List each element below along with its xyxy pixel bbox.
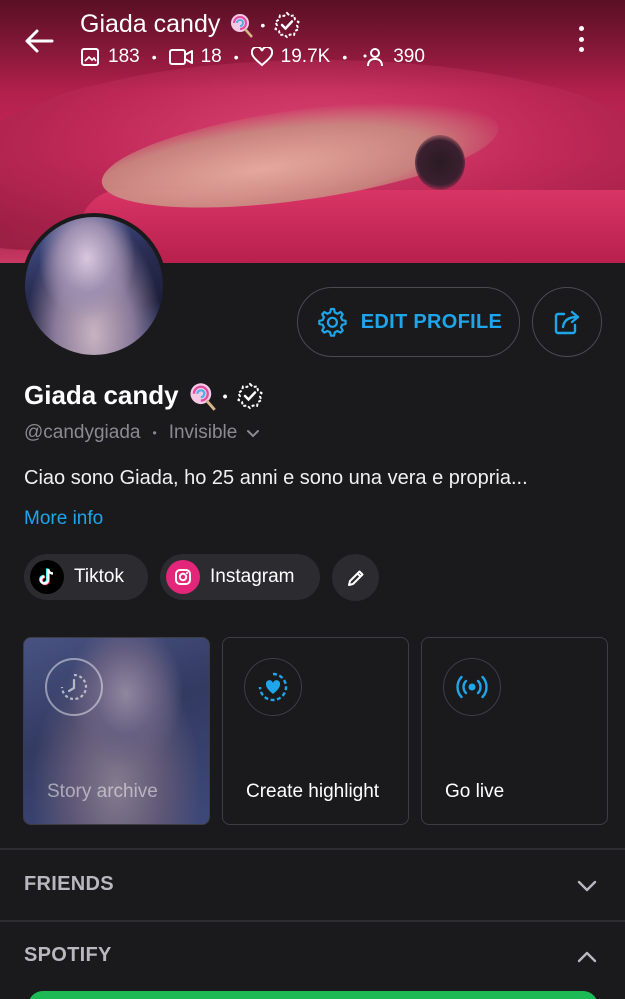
tiktok-icon bbox=[30, 560, 64, 594]
video-icon bbox=[168, 49, 193, 65]
friends-section-title[interactable]: FRIENDS bbox=[24, 873, 114, 896]
create-highlight-label: Create highlight bbox=[246, 781, 380, 802]
instagram-link-chip[interactable]: Instagram bbox=[160, 554, 320, 600]
lollipop-icon bbox=[231, 13, 254, 38]
spotify-section-title[interactable]: SPOTIFY bbox=[24, 944, 112, 967]
verified-badge-icon bbox=[274, 11, 301, 38]
create-highlight-card[interactable]: Create highlight bbox=[222, 637, 409, 825]
gear-icon bbox=[317, 307, 347, 337]
broadcast-icon bbox=[443, 658, 501, 716]
header-title-text: Giada candy bbox=[80, 10, 221, 38]
go-live-card[interactable]: Go live bbox=[421, 637, 608, 825]
more-info-link[interactable]: More info bbox=[24, 508, 103, 530]
story-archive-card[interactable]: Story archive bbox=[23, 637, 210, 825]
profile-handle: @candygiada bbox=[24, 422, 141, 443]
handle-row: @candygiada • Invisible bbox=[24, 422, 261, 444]
story-archive-label: Story archive bbox=[47, 781, 158, 802]
image-icon bbox=[81, 48, 99, 66]
lollipop-icon bbox=[190, 382, 216, 411]
fans-icon bbox=[363, 48, 384, 67]
header-title: Giada candy • bbox=[80, 10, 301, 39]
back-arrow-icon[interactable] bbox=[22, 24, 56, 58]
edit-profile-button[interactable]: EDIT PROFILE bbox=[297, 287, 520, 357]
photos-stat: 183 bbox=[80, 46, 140, 68]
likes-stat: 19.7K bbox=[250, 46, 330, 68]
heart-icon bbox=[250, 47, 273, 67]
edit-profile-label: EDIT PROFILE bbox=[360, 310, 503, 333]
status-selector[interactable]: Invisible bbox=[169, 422, 238, 444]
divider bbox=[0, 848, 625, 850]
heart-circle-icon bbox=[244, 658, 302, 716]
profile-name-text: Giada candy bbox=[24, 380, 179, 410]
chevron-down-icon[interactable] bbox=[245, 425, 261, 441]
history-clock-icon bbox=[45, 658, 103, 716]
share-button[interactable] bbox=[532, 287, 602, 357]
chevron-down-icon[interactable] bbox=[575, 874, 599, 898]
more-options-icon[interactable] bbox=[572, 22, 590, 56]
verified-badge-icon bbox=[236, 382, 263, 409]
divider bbox=[0, 920, 625, 922]
videos-stat: 18 bbox=[168, 46, 222, 68]
tiktok-link-chip[interactable]: Tiktok bbox=[24, 554, 148, 600]
fans-stat: 390 bbox=[359, 46, 425, 68]
share-icon bbox=[554, 310, 580, 335]
avatar[interactable] bbox=[21, 213, 167, 359]
pencil-icon bbox=[347, 570, 363, 586]
profile-bio: Ciao sono Giada, ho 25 anni e sono una v… bbox=[24, 467, 528, 489]
chevron-up-icon[interactable] bbox=[575, 945, 599, 969]
edit-links-button[interactable] bbox=[332, 554, 379, 601]
header-stats: 183 • 18 • 19.7K • 390 bbox=[80, 46, 425, 68]
instagram-icon bbox=[166, 560, 200, 594]
go-live-label: Go live bbox=[445, 781, 505, 802]
profile-name: Giada candy • bbox=[24, 380, 264, 411]
spotify-connect-button[interactable] bbox=[28, 991, 598, 999]
